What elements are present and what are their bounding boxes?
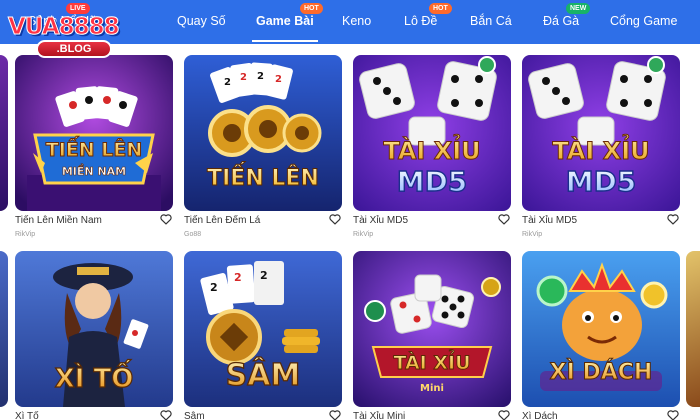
- game-card[interactable]: TÀI XỈU MD5 Tài Xỉu MD5 RikVip: [353, 55, 511, 241]
- game-thumbnail[interactable]: TÀI XỈU MD5: [353, 55, 511, 211]
- nav-item-keno[interactable]: Keno: [342, 14, 371, 28]
- new-badge: NEW: [566, 3, 591, 14]
- favorite-heart-icon[interactable]: [328, 408, 342, 420]
- game-provider: Go88: [184, 231, 202, 238]
- live-badge: LIVE: [66, 3, 90, 14]
- favorite-heart-icon[interactable]: [497, 408, 511, 420]
- game-art-title: XÌ DÁCH: [550, 359, 653, 385]
- game-thumbnail[interactable]: XÌ DÁCH: [522, 251, 680, 407]
- hot-badge: HOT: [300, 3, 323, 14]
- game-art-title: XÌ TỐ: [55, 358, 134, 394]
- game-thumbnail[interactable]: 2 2 2 SÂM: [184, 251, 342, 407]
- game-thumbnail[interactable]: TÀI XỈU Mini: [353, 251, 511, 407]
- game-art-title: TIẾN LÊN: [207, 162, 319, 191]
- svg-text:2: 2: [224, 77, 231, 88]
- partial-card-left[interactable]: [0, 251, 8, 407]
- game-card[interactable]: TIẾN LÊN MIỀN NAM Tiến Lên Miền Nam RikV…: [15, 55, 173, 241]
- svg-text:2: 2: [275, 74, 282, 85]
- game-thumbnail[interactable]: TÀI XỈU MD5: [522, 55, 680, 211]
- partial-card-left[interactable]: [0, 55, 8, 211]
- game-card[interactable]: XÌ DÁCH Xì Dách: [522, 251, 680, 420]
- game-art-title: SÂM: [226, 357, 301, 393]
- game-title[interactable]: Tài Xỉu MD5: [353, 215, 408, 226]
- svg-text:2: 2: [260, 269, 268, 282]
- game-art-title: TIẾN LÊN: [46, 135, 143, 161]
- game-card[interactable]: TÀI XỈU MD5 Tài Xỉu MD5 RikVip: [522, 55, 680, 241]
- svg-text:2: 2: [210, 281, 218, 294]
- logo-blog-tag: .BLOG: [36, 40, 112, 58]
- game-art-subtitle: MIỀN NAM: [62, 164, 126, 178]
- svg-text:2: 2: [240, 72, 247, 83]
- game-card[interactable]: TÀI XỈU Mini Tài Xỉu Mini: [353, 251, 511, 420]
- hot-badge: HOT: [429, 3, 452, 14]
- nav-item-card-games[interactable]: Game Bài: [252, 14, 318, 42]
- favorite-heart-icon[interactable]: [497, 212, 511, 226]
- game-card[interactable]: 2 2 2 SÂM Sâm: [184, 251, 342, 420]
- game-art-title: TÀI XỈU: [383, 132, 480, 165]
- game-title[interactable]: Xì Dách: [522, 411, 558, 420]
- game-art-subtitle: MD5: [566, 165, 637, 198]
- svg-text:2: 2: [234, 271, 242, 284]
- game-title[interactable]: Tiến Lên Đếm Lá: [184, 215, 260, 226]
- game-title[interactable]: Tài Xỉu MD5: [522, 215, 577, 226]
- game-title[interactable]: Sâm: [184, 411, 205, 420]
- nav-item-game-portal[interactable]: Cổng Game: [610, 14, 677, 28]
- favorite-heart-icon[interactable]: [666, 408, 680, 420]
- svg-text:2: 2: [257, 71, 264, 82]
- game-thumbnail[interactable]: XÌ TỐ: [15, 251, 173, 407]
- site-logo[interactable]: VUA8888 .BLOG: [8, 14, 136, 64]
- game-art-subtitle: Mini: [420, 383, 444, 394]
- game-thumbnail[interactable]: TIẾN LÊN MIỀN NAM: [15, 55, 173, 211]
- game-provider: RikVip: [522, 231, 543, 238]
- favorite-heart-icon[interactable]: [159, 212, 173, 226]
- favorite-heart-icon[interactable]: [666, 212, 680, 226]
- nav-item-fishing[interactable]: Bắn Cá: [470, 14, 512, 28]
- game-title[interactable]: Xì Tố: [15, 411, 39, 420]
- nav-item-cockfight[interactable]: Đá Gà: [543, 14, 579, 28]
- partial-card-right[interactable]: [686, 251, 700, 407]
- page: LIVE Sảnh Nổ Hũ Quay Số HOT Game Bài Ken…: [0, 0, 700, 420]
- favorite-heart-icon[interactable]: [328, 212, 342, 226]
- game-title[interactable]: Tài Xỉu Mini: [353, 411, 405, 420]
- nav-item-lottery[interactable]: Quay Số: [177, 14, 226, 28]
- logo-wordmark: VUA8888: [8, 14, 121, 41]
- game-provider: RikVip: [15, 231, 36, 238]
- game-card[interactable]: XÌ TỐ Xì Tố: [15, 251, 173, 420]
- game-title[interactable]: Tiến Lên Miền Nam: [15, 215, 102, 226]
- game-card[interactable]: 2 2 2 2 TIẾN LÊN Tiến Lên Đếm Lá Go88: [184, 55, 342, 241]
- nav-item-lo-de[interactable]: Lô Đề: [404, 14, 437, 28]
- game-provider: RikVip: [353, 231, 374, 238]
- game-art-title: TÀI XỈU: [552, 132, 649, 165]
- favorite-heart-icon[interactable]: [159, 408, 173, 420]
- game-art-subtitle: MD5: [397, 165, 468, 198]
- game-art-title: TÀI XỈU: [393, 349, 470, 374]
- game-thumbnail[interactable]: 2 2 2 2 TIẾN LÊN: [184, 55, 342, 211]
